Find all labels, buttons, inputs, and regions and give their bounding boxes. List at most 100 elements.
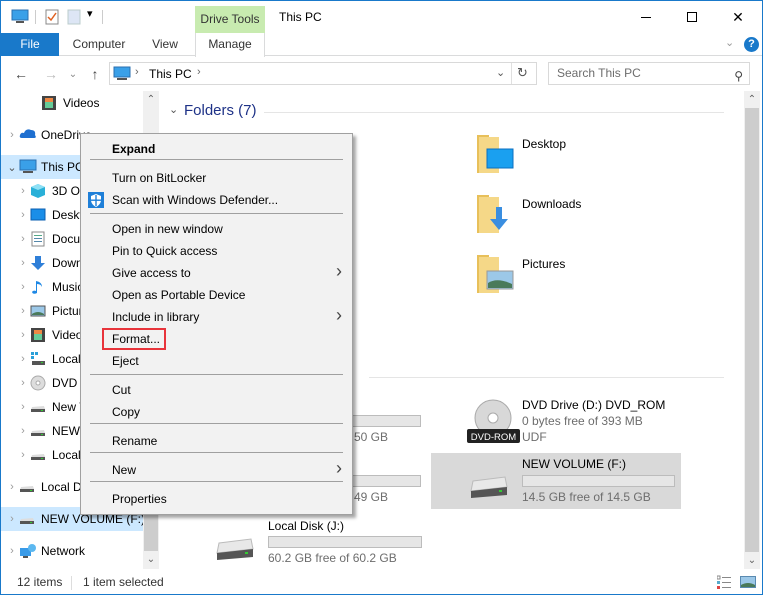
menu-item-rename[interactable]: Rename (112, 431, 352, 451)
chevron-right-icon[interactable]: › (16, 257, 30, 269)
tab-view[interactable]: View (141, 33, 189, 56)
folder-tile-pictures[interactable]: Pictures (475, 253, 675, 303)
chevron-right-icon[interactable]: › (16, 425, 30, 437)
address-bar[interactable]: › This PC › ⌄ ↻ (109, 62, 537, 85)
drive-tile-new-volume-f[interactable]: NEW VOLUME (F:) 14.5 GB free of 14.5 GB (431, 453, 681, 509)
chevron-right-icon[interactable]: › (16, 449, 30, 461)
chevron-right-icon[interactable]: › (16, 305, 30, 317)
properties-icon[interactable] (45, 9, 59, 25)
menu-item-copy[interactable]: Copy (112, 402, 352, 422)
drive-free-space: 60.2 GB free of 60.2 GB (268, 551, 397, 565)
refresh-icon[interactable]: ↻ (517, 65, 528, 81)
drive-tile-local-disk-j[interactable]: Local Disk (J:) 60.2 GB free of 60.2 GB (209, 515, 459, 567)
content-scrollbar[interactable]: ⌃ ⌄ (744, 91, 760, 569)
chevron-right-icon[interactable]: › (16, 233, 30, 245)
drive-tile-dvd[interactable]: DVD-ROM DVD Drive (D:) DVD_ROM 0 bytes f… (467, 394, 677, 446)
scroll-up-icon[interactable]: ⌃ (143, 91, 159, 108)
sidebar-item-videos[interactable]: Videos (1, 91, 143, 115)
chevron-right-icon[interactable]: › (16, 329, 30, 341)
scroll-down-icon[interactable]: ⌄ (744, 552, 760, 569)
chevron-right-icon[interactable]: › (5, 129, 19, 141)
menu-item-properties[interactable]: Properties (112, 489, 352, 509)
menu-item-give-access-to[interactable]: Give access to › (112, 261, 352, 283)
recent-locations-button[interactable]: ⌄ (63, 64, 83, 84)
drive-icon (30, 447, 46, 463)
new-folder-icon[interactable] (67, 9, 81, 25)
search-icon: ⚲ (734, 69, 743, 83)
sidebar-item-network[interactable]: › Network (1, 539, 143, 563)
ribbon-tabs: File Computer View Manage ⌄ ? (1, 33, 762, 57)
menu-item-label: Copy (112, 405, 141, 419)
help-icon[interactable]: ? (744, 37, 759, 52)
item-count: 12 items (17, 575, 63, 589)
format-highlight-box (102, 328, 166, 350)
menu-item-open-in-new-window[interactable]: Open in new window (112, 219, 352, 239)
menu-item-include-in-library[interactable]: Include in library › (112, 305, 352, 327)
this-pc-icon[interactable] (11, 9, 29, 25)
divider (35, 10, 36, 24)
hard-drive-icon (216, 538, 254, 560)
menu-item-turn-on-bitlocker[interactable]: Turn on BitLocker (112, 168, 352, 188)
divider (102, 10, 103, 24)
menu-item-cut[interactable]: Cut (112, 380, 352, 400)
back-button[interactable]: ← (11, 64, 31, 84)
divider (71, 576, 72, 590)
scroll-thumb[interactable] (745, 108, 759, 552)
breadcrumb-this-pc[interactable]: This PC (149, 67, 192, 81)
chevron-right-icon[interactable]: › (5, 481, 19, 493)
chevron-right-icon[interactable]: › (16, 377, 30, 389)
address-dropdown-icon[interactable]: ⌄ (496, 66, 505, 79)
menu-separator (90, 423, 343, 424)
search-input[interactable]: Search This PC ⚲ (548, 62, 750, 85)
tab-file[interactable]: File (1, 33, 59, 56)
chevron-right-icon[interactable]: › (16, 353, 30, 365)
menu-item-label: Properties (112, 492, 167, 506)
menu-item-pin-to-quick-access[interactable]: Pin to Quick access (112, 241, 352, 261)
chevron-down-icon[interactable]: ⌄ (5, 161, 19, 174)
chevron-right-icon[interactable]: › (16, 185, 30, 197)
tab-computer[interactable]: Computer (65, 33, 133, 56)
maximize-icon (687, 12, 697, 22)
menu-item-expand[interactable]: Expand (112, 139, 352, 159)
chevron-right-icon[interactable]: › (5, 513, 19, 525)
menu-item-label: Give access to (112, 266, 191, 280)
maximize-button[interactable] (669, 1, 715, 33)
breadcrumb-separator-icon: › (135, 66, 139, 78)
sidebar-item-label: Videos (63, 96, 100, 110)
customize-qat-icon[interactable]: ▾ (87, 7, 93, 20)
chevron-right-icon[interactable]: › (16, 281, 30, 293)
scroll-up-icon[interactable]: ⌃ (744, 91, 760, 108)
this-pc-icon (113, 66, 131, 84)
expand-ribbon-icon[interactable]: ⌄ (725, 36, 734, 49)
videos-icon (41, 95, 57, 111)
menu-item-new[interactable]: New › (112, 458, 352, 480)
menu-item-label: Scan with Windows Defender... (112, 193, 279, 207)
selection-count: 1 item selected (83, 575, 164, 589)
forward-button[interactable]: → (41, 64, 61, 84)
pictures-folder-icon (477, 255, 514, 293)
menu-item-eject[interactable]: Eject (112, 351, 352, 371)
drive-free-space: 49 GB (354, 490, 389, 504)
up-button[interactable]: ↑ (85, 64, 105, 84)
chevron-right-icon[interactable]: › (16, 209, 30, 221)
details-view-icon[interactable] (716, 575, 732, 592)
menu-item-open-as-portable-device[interactable]: Open as Portable Device (112, 285, 352, 305)
large-icons-view-icon[interactable] (740, 575, 756, 592)
scroll-down-icon[interactable]: ⌄ (143, 551, 159, 568)
folder-tile-downloads[interactable]: Downloads (475, 193, 675, 243)
folder-name: Pictures (522, 257, 566, 271)
menu-separator (90, 213, 343, 214)
close-button[interactable]: ✕ (715, 1, 761, 33)
minimize-button[interactable] (623, 1, 669, 33)
collapse-group-icon[interactable]: ⌄ (169, 103, 178, 116)
folders-group-title[interactable]: Folders (7) (184, 102, 257, 119)
submenu-arrow-icon: › (336, 261, 342, 281)
chevron-right-icon[interactable]: › (16, 401, 30, 413)
3d-objects-icon (30, 183, 46, 199)
menu-item-scan-with-windows-defender[interactable]: Scan with Windows Defender... (88, 190, 352, 210)
tab-manage[interactable]: Manage (195, 33, 265, 57)
chevron-right-icon[interactable]: › (5, 545, 19, 557)
drive-name: DVD Drive (D:) DVD_ROM (522, 398, 666, 412)
folder-tile-desktop[interactable]: Desktop (475, 133, 675, 183)
breadcrumb-separator-icon[interactable]: › (197, 66, 201, 78)
